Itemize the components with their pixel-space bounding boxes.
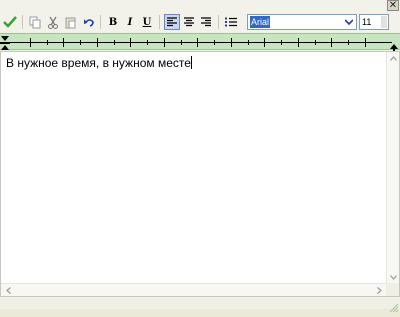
bold-button[interactable]: B <box>105 14 121 30</box>
copy-button[interactable] <box>27 14 43 30</box>
chevron-down-icon <box>389 274 397 280</box>
apply-button[interactable] <box>2 14 18 30</box>
indent-marker-icon <box>0 36 10 50</box>
undo-button[interactable] <box>81 14 97 30</box>
align-right-button[interactable] <box>198 14 214 30</box>
checkmark-icon <box>3 16 17 28</box>
chevron-left-icon <box>5 286 11 294</box>
font-family-value: Arial <box>250 16 271 28</box>
size-scroll-icon[interactable] <box>380 15 388 29</box>
scroll-corner <box>386 283 399 296</box>
copy-icon <box>29 16 41 28</box>
vertical-scrollbar[interactable] <box>386 52 399 283</box>
align-left-icon <box>167 17 177 27</box>
paste-icon <box>65 17 76 28</box>
close-button[interactable]: ✕ <box>387 0 399 11</box>
left-indent-marker[interactable] <box>0 35 10 50</box>
scissors-icon <box>48 16 58 29</box>
align-center-button[interactable] <box>181 14 197 30</box>
text-caret <box>190 56 192 69</box>
title-strip: ✕ <box>0 0 400 12</box>
scroll-up-button[interactable] <box>387 52 399 64</box>
ruler <box>0 33 400 54</box>
horizontal-scrollbar[interactable] <box>1 283 386 296</box>
font-family-select[interactable]: Arial <box>247 14 357 30</box>
bullet-list-button[interactable] <box>223 14 239 30</box>
chevron-down-icon[interactable] <box>342 15 356 29</box>
italic-button[interactable]: I <box>122 14 138 30</box>
chevron-up-icon <box>389 55 397 61</box>
editor-text: В нужное время, в нужном месте <box>6 56 191 70</box>
align-left-button[interactable] <box>164 14 180 30</box>
text-editor-area[interactable]: В нужное время, в нужном месте <box>0 51 400 297</box>
underline-button[interactable]: U <box>139 14 155 30</box>
font-size-select[interactable]: 11 <box>359 14 389 30</box>
close-icon: ✕ <box>388 0 398 11</box>
scroll-right-button[interactable] <box>373 284 385 296</box>
italic-label: I <box>127 16 133 28</box>
font-size-value: 11 <box>362 17 372 27</box>
bullet-list-icon <box>225 17 237 27</box>
right-indent-marker[interactable] <box>390 39 398 54</box>
resize-grip-icon[interactable] <box>389 298 399 313</box>
status-bar <box>0 297 400 313</box>
align-center-icon <box>184 17 194 27</box>
editor-window: ✕ B I U Arial 11 В нужное время, в нужно… <box>0 0 400 313</box>
paste-button[interactable] <box>63 14 79 30</box>
scroll-left-button[interactable] <box>2 284 14 296</box>
undo-icon <box>84 18 94 27</box>
underline-label: U <box>142 16 152 28</box>
bold-label: B <box>108 16 118 28</box>
align-right-icon <box>201 17 211 27</box>
chevron-right-icon <box>376 286 382 294</box>
scroll-down-button[interactable] <box>387 271 399 283</box>
editor-content[interactable]: В нужное время, в нужном месте <box>6 56 192 70</box>
cut-button[interactable] <box>45 14 61 30</box>
